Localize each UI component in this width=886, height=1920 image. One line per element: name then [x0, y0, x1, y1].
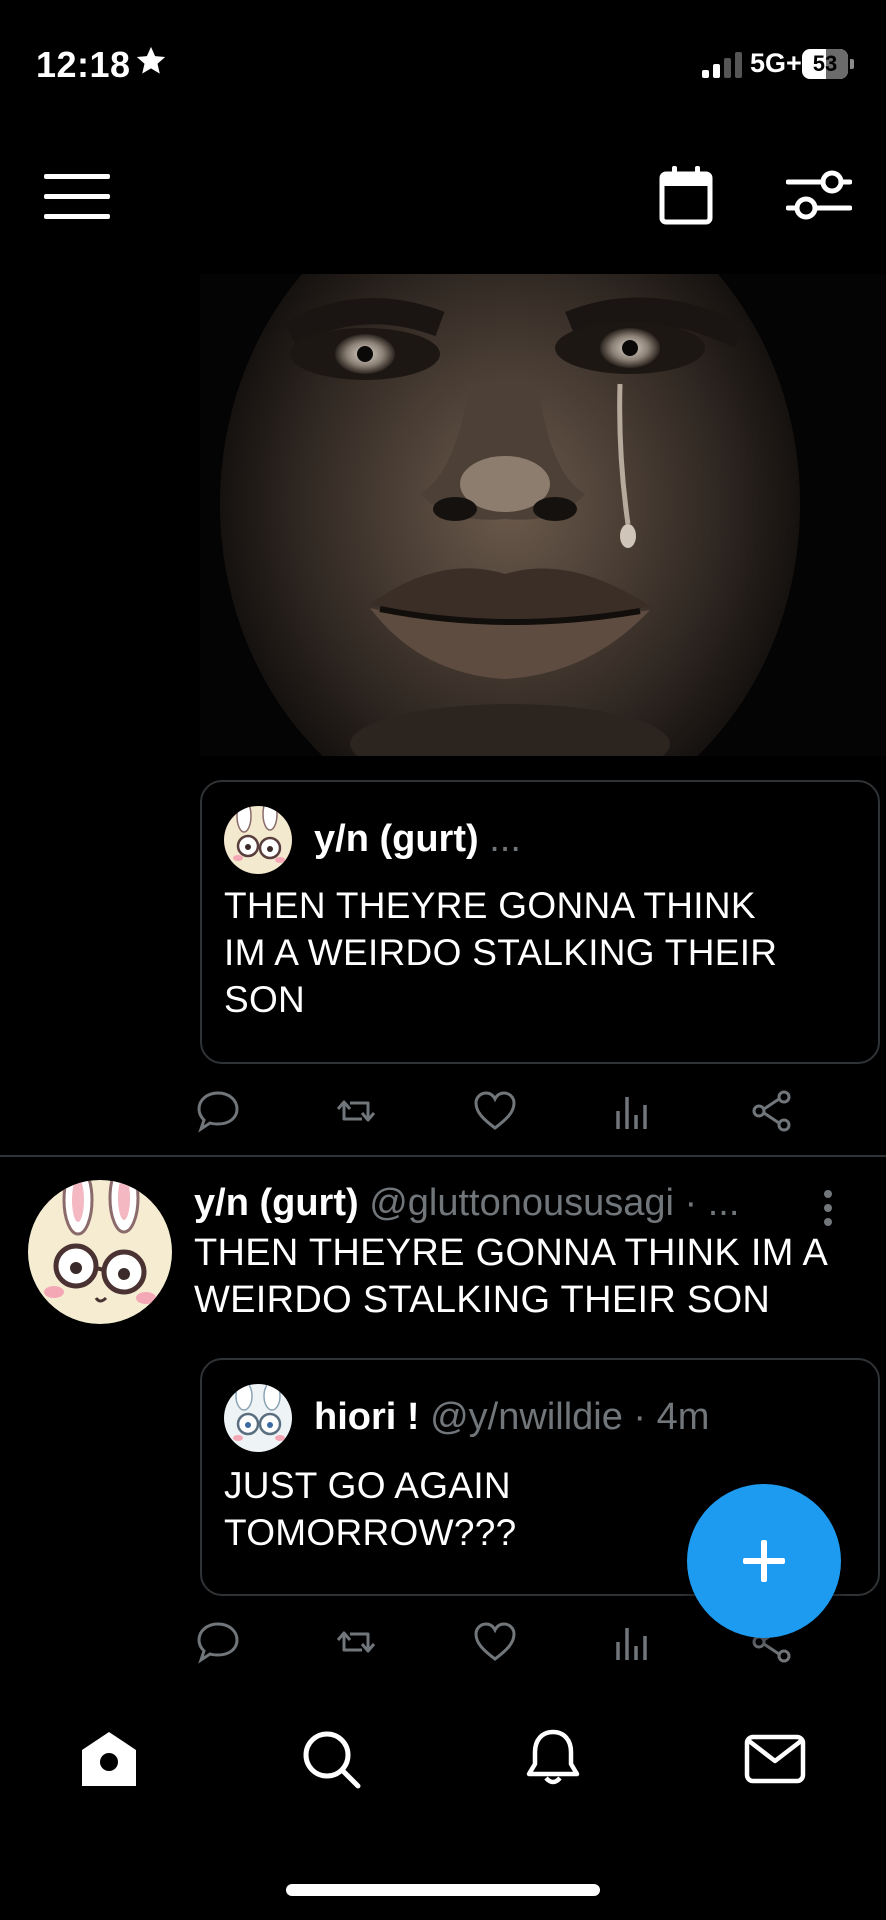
text-line: TOMORROW???: [224, 1512, 517, 1553]
quoted-post-card[interactable]: y/n (gurt) ... THEN THEYRE GONNA THINK I…: [200, 780, 880, 1064]
reply-icon[interactable]: [196, 1089, 240, 1133]
quoted-author-name[interactable]: hiori ! @y/nwilldie · 4m: [314, 1396, 709, 1439]
post-text: THEN THEYRE GONNA THINK IM A WEIRDO STAL…: [194, 1230, 828, 1324]
home-icon[interactable]: [78, 1728, 140, 1790]
text-line: IM A WEIRDO STALKING THEIR: [224, 932, 778, 973]
divider: [0, 1155, 886, 1157]
quoted-meta: ...: [489, 818, 521, 860]
author-handle[interactable]: @gluttonoususagi · ...: [369, 1182, 739, 1224]
views-icon[interactable]: [612, 1620, 656, 1664]
quoted-post-text: THEN THEYRE GONNA THINK IM A WEIRDO STAL…: [224, 882, 777, 1023]
text-line: THEN THEYRE GONNA THINK: [224, 885, 756, 926]
home-indicator: [286, 1884, 600, 1896]
status-bar: 12:18 5G+ 53: [0, 0, 886, 110]
avatar[interactable]: [28, 1180, 172, 1324]
avatar[interactable]: [224, 1384, 292, 1452]
messages-icon[interactable]: [744, 1728, 806, 1790]
plus-icon: [743, 1540, 785, 1582]
reply-icon[interactable]: [196, 1620, 240, 1664]
author-name-text[interactable]: hiori !: [314, 1396, 420, 1438]
search-icon[interactable]: [300, 1728, 362, 1790]
quoted-author-name[interactable]: y/n (gurt) ...: [314, 818, 521, 861]
hamburger-menu-icon[interactable]: [44, 170, 112, 224]
status-time: 12:18: [36, 44, 131, 85]
views-icon[interactable]: [612, 1089, 656, 1133]
notifications-icon[interactable]: [522, 1726, 584, 1788]
post-image[interactable]: [200, 274, 886, 756]
text-line: SON: [224, 979, 306, 1020]
signal-strength-icon: [702, 52, 742, 78]
more-options-icon[interactable]: [818, 1188, 838, 1228]
author-name-text[interactable]: y/n (gurt): [194, 1182, 359, 1224]
sliders-icon[interactable]: [786, 166, 852, 224]
calendar-icon[interactable]: [658, 164, 714, 226]
repost-icon[interactable]: [334, 1089, 378, 1133]
author-handle[interactable]: @y/nwilldie · 4m: [430, 1396, 709, 1438]
quoted-post-text: JUST GO AGAIN TOMORROW???: [224, 1462, 517, 1556]
repost-icon[interactable]: [334, 1620, 378, 1664]
like-icon[interactable]: [473, 1620, 517, 1664]
network-type: 5G+: [750, 48, 802, 78]
star-icon: [136, 46, 166, 74]
share-icon[interactable]: [750, 1089, 794, 1133]
author-name[interactable]: y/n (gurt) @gluttonoususagi · ...: [194, 1182, 739, 1225]
avatar[interactable]: [224, 806, 292, 874]
battery-icon: 53: [802, 49, 854, 79]
author-name-text[interactable]: y/n (gurt): [314, 818, 479, 860]
text-line: THEN THEYRE GONNA THINK IM A: [194, 1232, 829, 1274]
like-icon[interactable]: [473, 1089, 517, 1133]
compose-button[interactable]: [687, 1484, 841, 1638]
battery-percent: 53: [812, 51, 838, 76]
text-line: WEIRDO STALKING THEIR SON: [194, 1279, 771, 1321]
text-line: JUST GO AGAIN: [224, 1465, 511, 1506]
